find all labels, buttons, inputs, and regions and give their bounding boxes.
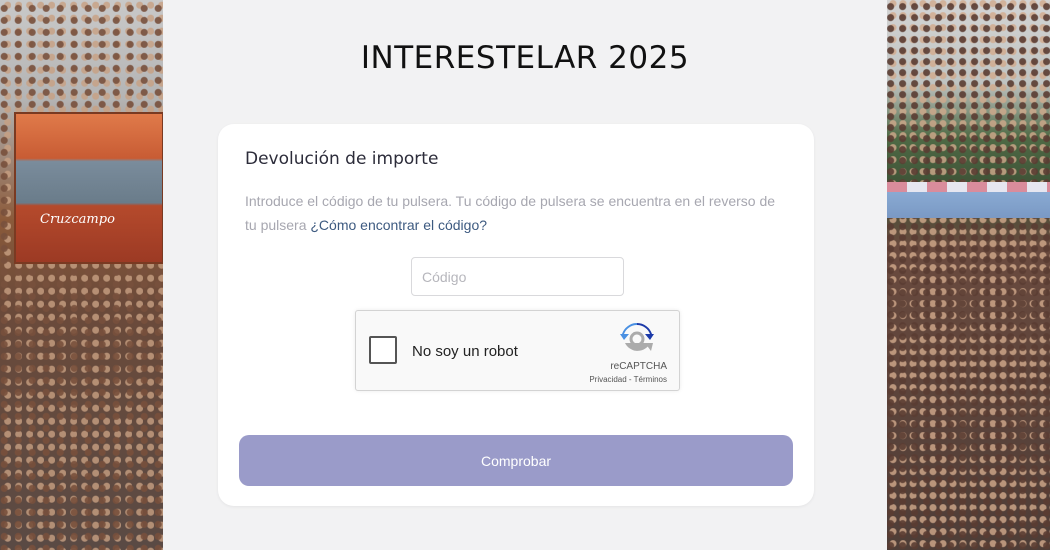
recaptcha-brand: reCAPTCHA (610, 361, 667, 372)
recaptcha-widget: No soy un robot reCAPTCHA Privacidad - T… (355, 310, 680, 391)
festival-stage (14, 112, 163, 264)
recaptcha-privacy-link[interactable]: Privacidad (589, 375, 626, 384)
page-title: INTERESTELAR 2025 (360, 40, 690, 76)
form-description: Introduce el código de tu pulsera. Tu có… (245, 189, 790, 237)
help-link[interactable]: ¿Cómo encontrar el código? (310, 217, 487, 233)
recaptcha-links: Privacidad - Términos (589, 375, 667, 384)
stage-sponsor-logo: Cruzcampo (40, 212, 115, 227)
submit-button[interactable]: Comprobar (239, 435, 793, 486)
background-photo-left: Cruzcampo (0, 0, 163, 550)
recaptcha-links-separator: - (626, 375, 634, 384)
recaptcha-logo-icon (620, 323, 654, 351)
recaptcha-checkbox[interactable] (369, 336, 397, 364)
recaptcha-label: No soy un robot (412, 343, 518, 360)
main-panel: INTERESTELAR 2025 Devolución de importe … (163, 0, 887, 550)
background-photo-right (887, 0, 1050, 550)
festival-tent-stripes (887, 182, 1050, 192)
code-input[interactable] (411, 257, 624, 296)
refund-form-card: Devolución de importe Introduce el códig… (218, 124, 814, 506)
form-heading: Devolución de importe (245, 149, 439, 169)
recaptcha-terms-link[interactable]: Términos (634, 375, 667, 384)
